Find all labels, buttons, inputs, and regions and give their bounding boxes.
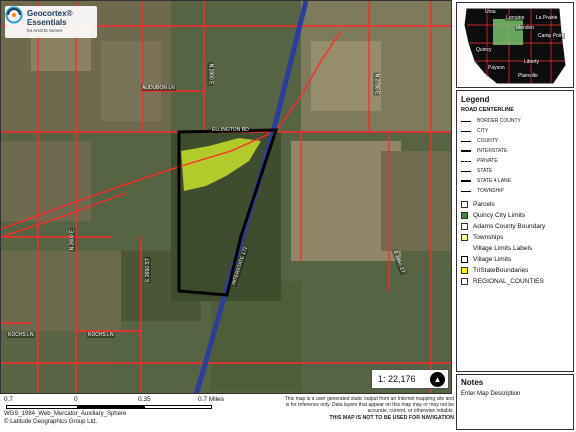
scale-indicator: 1: 22,176 ▲ bbox=[371, 369, 449, 389]
overview-town-5: Camp Point bbox=[537, 33, 566, 39]
tristate-swatch-icon bbox=[461, 266, 468, 274]
road-label-e-road-b: N 2790 E bbox=[373, 72, 380, 96]
legend-road-interstate: INTERSTATE bbox=[461, 147, 507, 155]
line-swatch-icon bbox=[461, 190, 471, 192]
legend-road-section: ROAD CENTERLINE bbox=[461, 107, 514, 113]
notes-description: Enter Map Description bbox=[461, 391, 521, 397]
overview-town-6: Quincy bbox=[475, 47, 493, 53]
disclaimer: This map is a user generated static outp… bbox=[270, 396, 454, 430]
legend-road-county: COUNTY bbox=[461, 137, 498, 145]
townships-swatch-icon bbox=[461, 233, 468, 241]
line-swatch-icon bbox=[461, 140, 471, 142]
notes-panel: Notes Enter Map Description bbox=[456, 374, 574, 430]
road-label-kochs-1: KOCHS LN bbox=[7, 332, 35, 338]
disclaimer-warning: THIS MAP IS NOT TO BE USED FOR NAVIGATIO… bbox=[329, 414, 454, 421]
road-label-audubon: AUDUBON LN bbox=[141, 85, 176, 91]
legend-panel: Legend ROAD CENTERLINE BORDER COUNTY CIT… bbox=[456, 90, 574, 372]
line-swatch-icon bbox=[461, 150, 471, 152]
legend-road-township: TOWNSHIP bbox=[461, 187, 504, 195]
road-label-n2600e: N 2600 E bbox=[69, 228, 76, 252]
logo-title: Geocortex® bbox=[27, 9, 73, 18]
scale-bar-graphic bbox=[6, 405, 212, 409]
village-limits-swatch-icon bbox=[461, 255, 468, 263]
north-arrow-icon[interactable]: ▲ bbox=[430, 372, 445, 387]
map-view[interactable]: AUDUBON LN N 2800 E N 2790 E ELLINGTON R… bbox=[0, 0, 452, 394]
road-label-kochs-2: KOCHS LN bbox=[87, 332, 115, 338]
overview-town-1: Ursa bbox=[484, 9, 497, 15]
line-swatch-icon bbox=[461, 130, 471, 132]
scale-label-zero: 0 bbox=[74, 396, 78, 403]
legend-regional-counties: REGIONAL_COUNTIES bbox=[461, 276, 544, 286]
legend-parcels: Parcels bbox=[461, 199, 495, 209]
overview-town-8: Liberty bbox=[523, 59, 541, 65]
scale-bar: 0.7 0 0.35 0.7 Miles WGS_1984_Web_Mercat… bbox=[4, 396, 268, 430]
legend-townships: Townships bbox=[461, 232, 503, 242]
legend-road-state: STATE bbox=[461, 167, 492, 175]
coordinate-system: WGS_1984_Web_Mercator_Auxiliary_Sphere bbox=[4, 411, 127, 417]
scale-label-mid: 0.35 bbox=[138, 396, 151, 403]
overview-map[interactable]: Ursa Lorraine La Prairie Mendon Camp Poi… bbox=[456, 2, 574, 88]
line-swatch-icon bbox=[461, 170, 471, 172]
legend-tristate-boundaries: TriStateBoundaries bbox=[461, 265, 528, 275]
legend-title: Legend bbox=[461, 95, 490, 104]
copyright-text: © Latitude Geographics Group Ltd. bbox=[4, 419, 98, 425]
overview-town-2: Lorraine bbox=[505, 15, 526, 21]
line-swatch-icon bbox=[461, 120, 471, 122]
road-label-e-road-a: N 2800 E bbox=[207, 62, 214, 86]
line-swatch-icon bbox=[461, 180, 471, 182]
aerial-imagery bbox=[1, 1, 451, 393]
legend-road-state-4-lane: STATE 4 LANE bbox=[461, 177, 511, 185]
road-label-e2650: E 2650 ST bbox=[144, 257, 151, 283]
scale-ratio: 1: 22,176 bbox=[378, 374, 416, 384]
regional-counties-swatch-icon bbox=[461, 277, 468, 285]
notes-title: Notes bbox=[461, 378, 484, 387]
overview-town-9: Plainville bbox=[517, 73, 539, 79]
legend-road-border-county: BORDER COUNTY bbox=[461, 117, 521, 125]
overview-town-7: Payson bbox=[487, 65, 506, 71]
legend-road-private: PRIVATE bbox=[461, 157, 498, 165]
parcels-swatch-icon bbox=[461, 200, 468, 208]
road-label-ellington: ELLINGTON RD bbox=[211, 127, 250, 133]
county-boundary-swatch-icon bbox=[461, 222, 468, 230]
geocortex-globe-icon bbox=[5, 6, 23, 24]
legend-adams-county-boundary: Adams County Boundary bbox=[461, 221, 545, 231]
line-swatch-icon bbox=[461, 160, 471, 162]
geocortex-logo: Geocortex® Essentials for ArcGIS Server bbox=[5, 6, 97, 38]
city-limits-swatch-icon bbox=[461, 211, 468, 219]
logo-subtitle: Essentials bbox=[27, 18, 67, 27]
legend-village-limits: Village Limits bbox=[461, 254, 511, 264]
legend-village-limits-labels: Village Limits Labels bbox=[473, 244, 533, 252]
overview-town-4: Mendon bbox=[515, 25, 536, 31]
overview-town-3: La Prairie bbox=[535, 15, 559, 21]
scale-label-right: 0.7 Miles bbox=[198, 396, 225, 403]
scale-label-left: 0.7 bbox=[4, 396, 14, 403]
legend-road-city: CITY bbox=[461, 127, 488, 135]
legend-quincy-city-limits: Quincy City Limits bbox=[461, 210, 525, 220]
logo-tagline: for ArcGIS Server bbox=[27, 28, 63, 33]
